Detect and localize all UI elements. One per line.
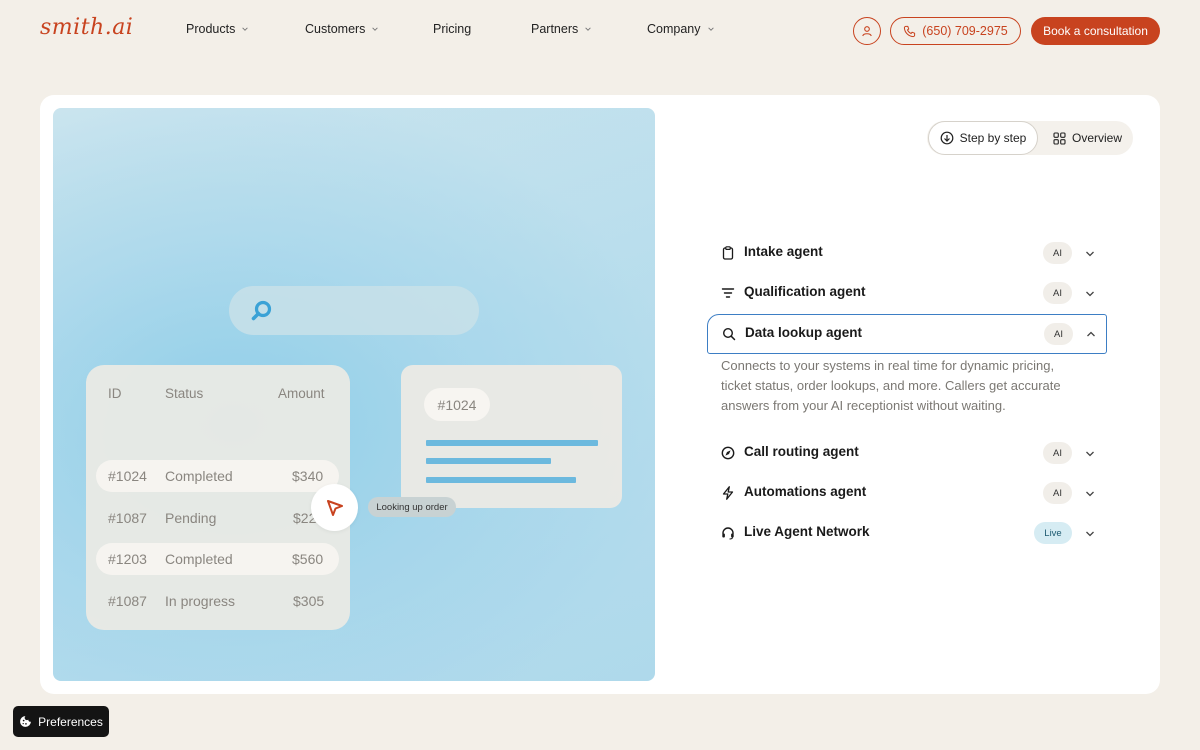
step-by-step-button[interactable]: Step by step — [928, 121, 1038, 155]
preferences-label: Preferences — [38, 714, 103, 729]
nav-company[interactable]: Company — [647, 22, 715, 36]
toggle-label: Overview — [1072, 131, 1123, 145]
nav-partners[interactable]: Partners — [531, 22, 592, 36]
nav-label: Partners — [531, 22, 579, 36]
order-amount: $560 — [292, 551, 324, 567]
agent-name: Live Agent Network — [744, 524, 870, 539]
order-detail-card: #1024 — [401, 365, 622, 508]
order-status: In progress — [165, 593, 236, 609]
nav-label: Products — [186, 22, 236, 36]
phone-icon — [904, 25, 916, 37]
agent-description: Connects to your systems in real time fo… — [721, 358, 1061, 413]
clipboard-icon — [722, 246, 734, 260]
agent-badge: AI — [1043, 482, 1072, 504]
grid-icon — [1053, 131, 1066, 145]
agent-intake[interactable]: Intake agent AI — [707, 233, 1107, 273]
brand-logo[interactable]: smith.ai — [40, 15, 133, 40]
chevron-down-icon — [372, 27, 379, 31]
detail-line — [426, 440, 598, 446]
detail-line — [426, 477, 576, 483]
agent-live-network[interactable]: Live Agent Network Live — [707, 513, 1107, 553]
agent-call-routing[interactable]: Call routing agent AI — [707, 433, 1107, 473]
chevron-down-icon — [1086, 251, 1094, 257]
chevron-down-icon — [1086, 451, 1094, 457]
cookie-preferences-button[interactable]: Preferences — [13, 706, 109, 737]
agent-badge: AI — [1043, 442, 1072, 464]
table-row: #1024 Completed $340 — [96, 460, 339, 492]
overview-button[interactable]: Overview — [1053, 121, 1122, 155]
account-button[interactable] — [853, 17, 881, 45]
column-header: Status — [165, 386, 204, 401]
order-id: #1024 — [108, 468, 147, 484]
order-amount: $305 — [293, 593, 325, 609]
agent-badge: Live — [1034, 522, 1072, 544]
filter-icon — [721, 288, 735, 298]
nav-label: Customers — [305, 22, 366, 36]
order-id: #1203 — [108, 551, 147, 567]
agent-name: Data lookup agent — [745, 325, 863, 340]
phone-button[interactable]: (650) 709-2975 — [890, 17, 1021, 45]
order-id: #1087 — [108, 593, 147, 609]
chevron-up-icon — [1087, 331, 1095, 337]
order-status: Pending — [165, 510, 217, 526]
book-consultation-button[interactable]: Book a consultation — [1031, 17, 1160, 45]
cookie-icon — [20, 716, 32, 727]
lightning-icon — [722, 486, 734, 500]
agent-badge: AI — [1044, 323, 1073, 345]
chevron-down-icon — [1086, 291, 1094, 297]
agent-badge: AI — [1043, 282, 1072, 304]
agent-name: Intake agent — [744, 244, 823, 259]
order-id: #1087 — [108, 510, 147, 526]
headset-icon — [722, 527, 734, 540]
status-pill: Looking up order — [368, 497, 456, 517]
arrow-down-circle-icon — [940, 131, 954, 145]
agent-name: Call routing agent — [744, 444, 859, 459]
orders-table: ID Status Amount #1024 Completed $340 #1… — [86, 365, 350, 630]
top-navigation: smith.ai Products Customers Pricing Part… — [0, 0, 1200, 62]
cursor-arrow-icon — [326, 499, 343, 516]
agent-name: Qualification agent — [744, 284, 866, 299]
order-status: Completed — [165, 551, 233, 567]
order-amount: $340 — [292, 468, 324, 484]
table-row: #1087 Pending $22 — [96, 502, 339, 534]
order-number-pill: #1024 — [424, 388, 490, 421]
compass-icon — [721, 446, 735, 460]
nav-pricing[interactable]: Pricing — [433, 22, 471, 36]
chevron-down-icon — [707, 27, 714, 31]
table-row: #1087 In progress $305 — [96, 585, 339, 617]
nav-label: Pricing — [433, 22, 472, 36]
cursor-badge — [311, 484, 358, 531]
user-icon — [862, 26, 872, 37]
illustration-search-bar — [229, 286, 479, 335]
column-header: ID — [108, 386, 122, 401]
agent-name: Automations agent — [744, 484, 867, 499]
agents-feature-card: ID Status Amount #1024 Completed $340 #1… — [40, 95, 1160, 694]
toggle-label: Step by step — [959, 131, 1027, 145]
nav-customers[interactable]: Customers — [305, 22, 379, 36]
chevron-down-icon — [242, 27, 249, 31]
chevron-down-icon — [1086, 531, 1094, 537]
chevron-down-icon — [1086, 491, 1094, 497]
detail-line — [426, 458, 551, 464]
data-lookup-illustration: ID Status Amount #1024 Completed $340 #1… — [53, 108, 655, 681]
column-header: Amount — [278, 386, 325, 401]
agent-qualification[interactable]: Qualification agent AI — [707, 273, 1107, 313]
phone-number: (650) 709-2975 — [922, 24, 1008, 38]
nav-products[interactable]: Products — [186, 22, 249, 36]
order-status: Completed — [165, 468, 233, 484]
search-icon — [251, 300, 272, 321]
agent-data-lookup[interactable]: Data lookup agent AI — [707, 314, 1107, 354]
search-icon — [722, 327, 736, 341]
table-row: #1203 Completed $560 — [96, 543, 339, 575]
agent-badge: AI — [1043, 242, 1072, 264]
view-toggle: Step by step Overview — [927, 121, 1133, 155]
chevron-down-icon — [585, 27, 591, 31]
nav-label: Company — [647, 22, 701, 36]
agent-automations[interactable]: Automations agent AI — [707, 473, 1107, 513]
